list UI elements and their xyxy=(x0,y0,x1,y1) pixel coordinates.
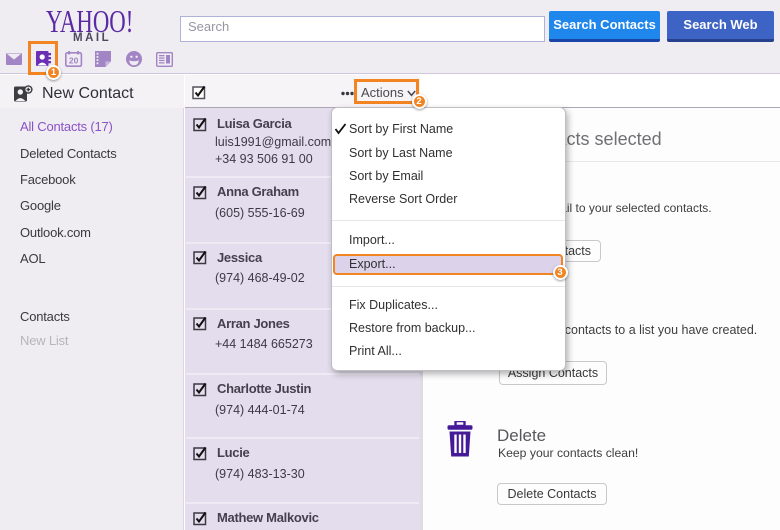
svg-text:20: 20 xyxy=(69,55,79,65)
